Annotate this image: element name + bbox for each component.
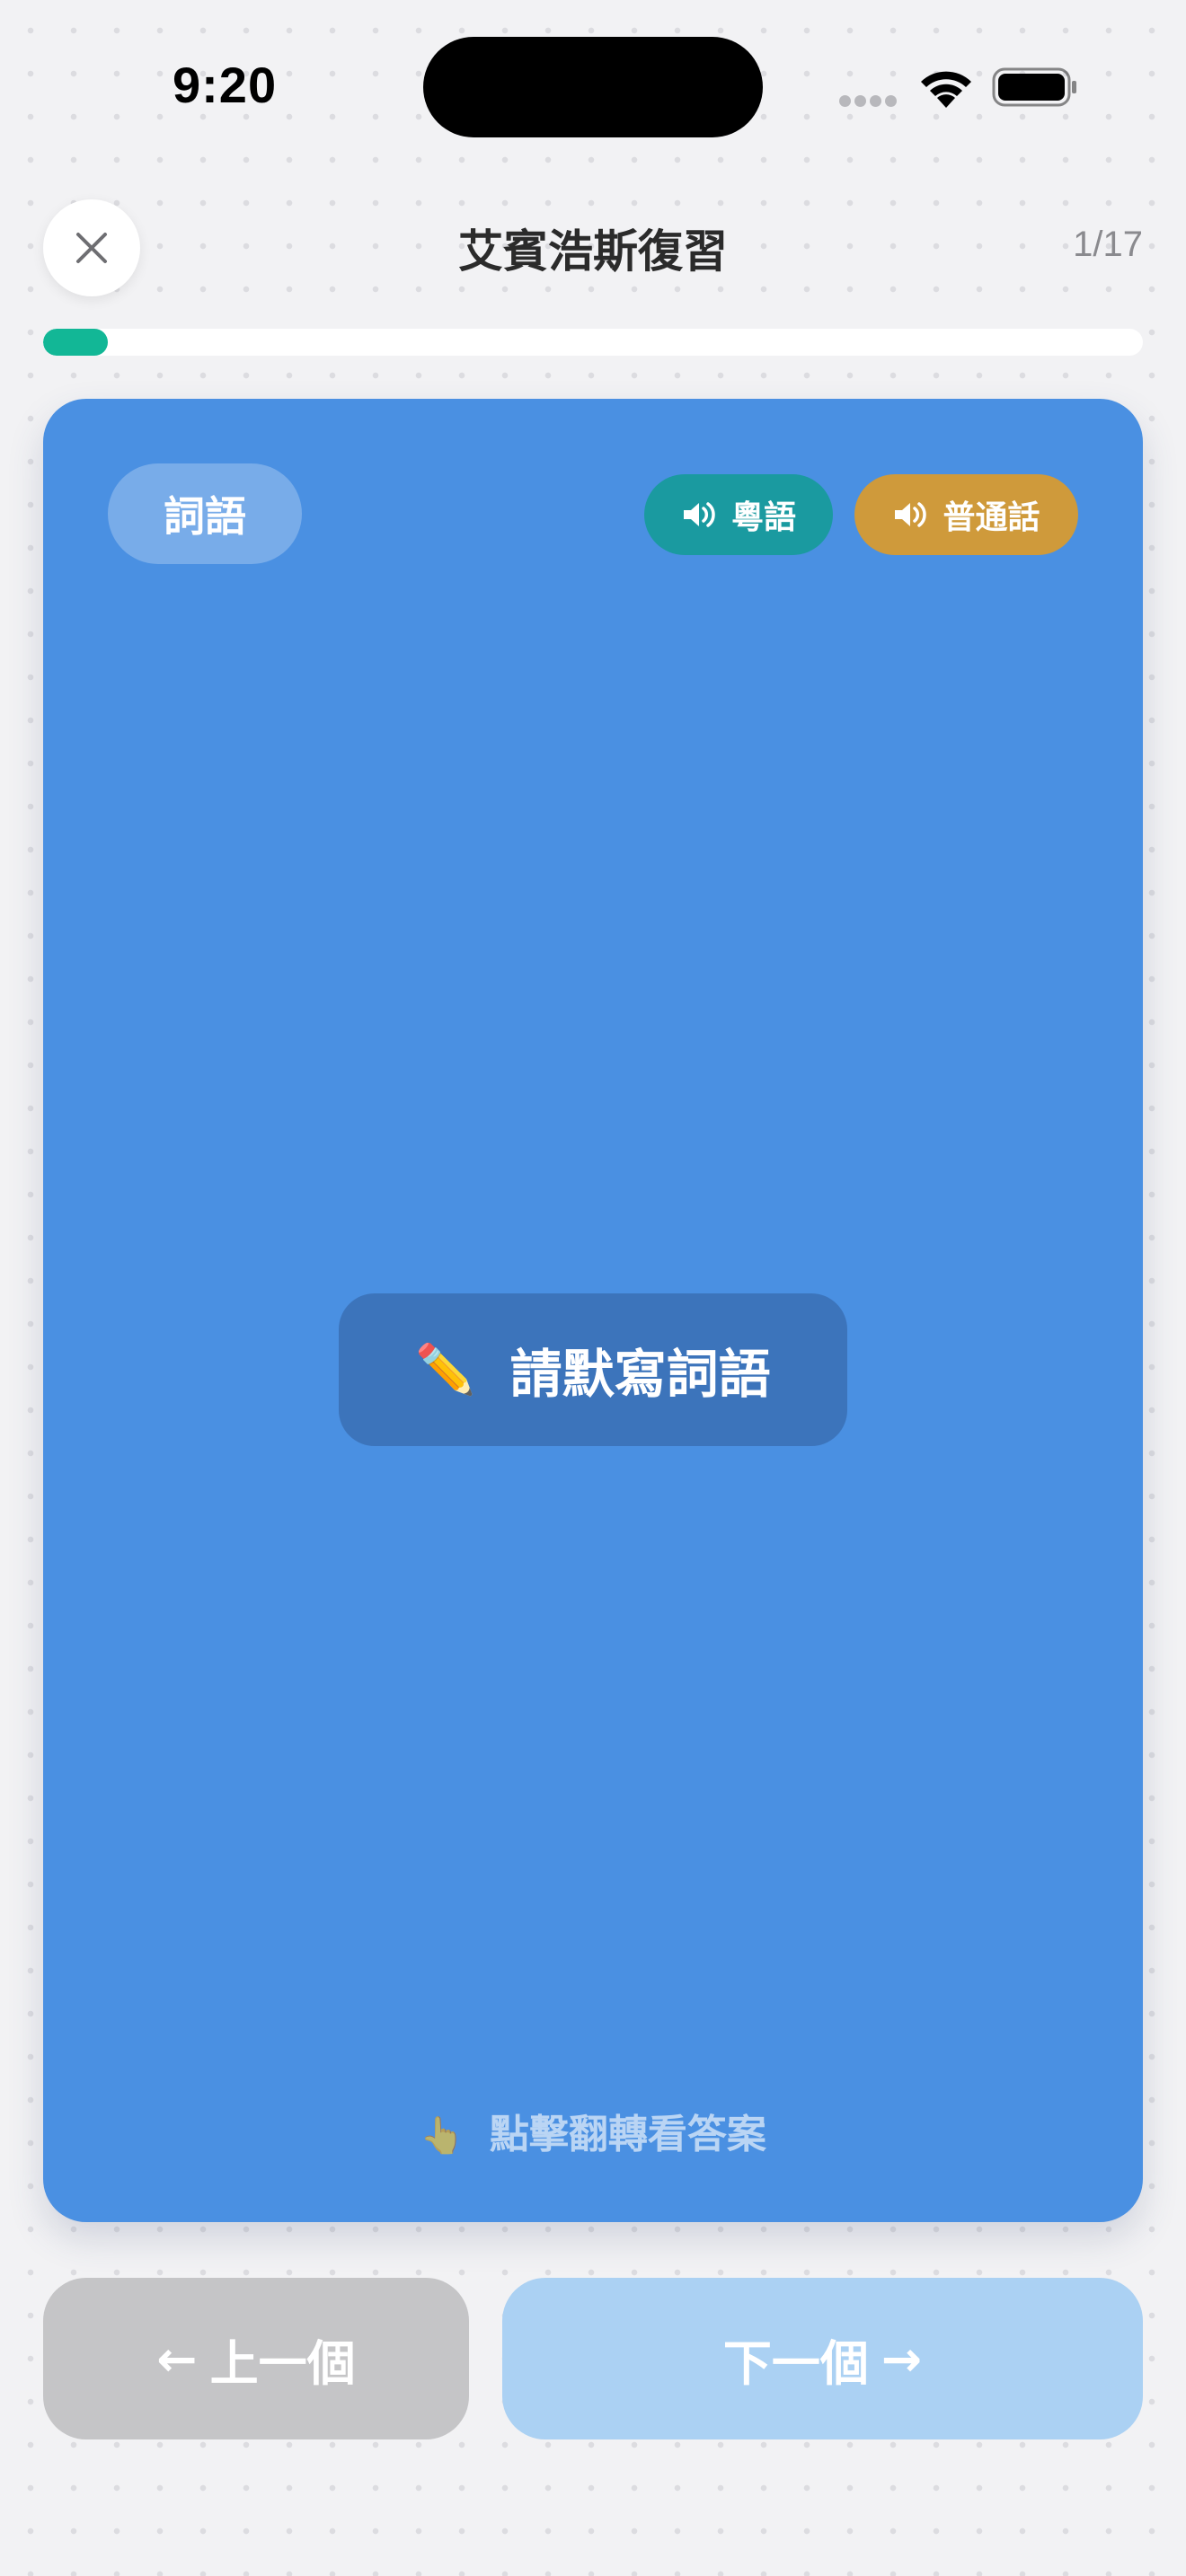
progress-counter: 1/17: [1073, 225, 1143, 264]
speaker-icon: [683, 502, 715, 527]
speaker-icon: [895, 502, 927, 527]
flip-hint-text: 點擊翻轉看答案: [489, 2112, 766, 2157]
play-mandarin-button[interactable]: 普通話: [854, 474, 1078, 555]
wifi-icon: [921, 71, 971, 108]
battery-icon: [992, 67, 1076, 107]
arrow-right-icon: →: [881, 2330, 923, 2387]
progress-fill: [43, 329, 109, 356]
cellular-signal-icon: [839, 93, 902, 107]
flip-hint: 👆 點擊翻轉看答案: [43, 2102, 1143, 2159]
dynamic-island: [423, 37, 763, 137]
progress-bar: [43, 329, 1143, 356]
pointing-finger-icon: 👆: [420, 2115, 465, 2157]
status-time: 9:20: [173, 57, 278, 113]
flashcard[interactable]: 詞語 粵語 普通話 ✏️ 請默寫詞語 👆 點擊翻轉看答案: [43, 399, 1143, 2222]
next-button-label: 下一個: [722, 2334, 869, 2392]
page-title: 艾賓浩斯復習: [458, 225, 728, 278]
pencil-icon: ✏️: [415, 1341, 476, 1398]
dictation-prompt-text: 請默寫詞語: [509, 1344, 771, 1405]
play-cantonese-label: 粵語: [730, 499, 796, 536]
card-type-badge: 詞語: [108, 463, 302, 564]
arrow-left-icon: ←: [156, 2330, 198, 2387]
next-button[interactable]: 下一個 →: [502, 2278, 1143, 2439]
play-cantonese-button[interactable]: 粵語: [644, 474, 833, 555]
play-mandarin-label: 普通話: [943, 499, 1040, 536]
dictation-prompt: ✏️ 請默寫詞語: [339, 1293, 847, 1446]
close-button[interactable]: [43, 199, 140, 296]
close-icon: [76, 233, 107, 263]
previous-button-label: 上一個: [209, 2334, 356, 2392]
previous-button[interactable]: ← 上一個: [43, 2278, 469, 2439]
status-bar: 9:20: [0, 0, 1186, 171]
